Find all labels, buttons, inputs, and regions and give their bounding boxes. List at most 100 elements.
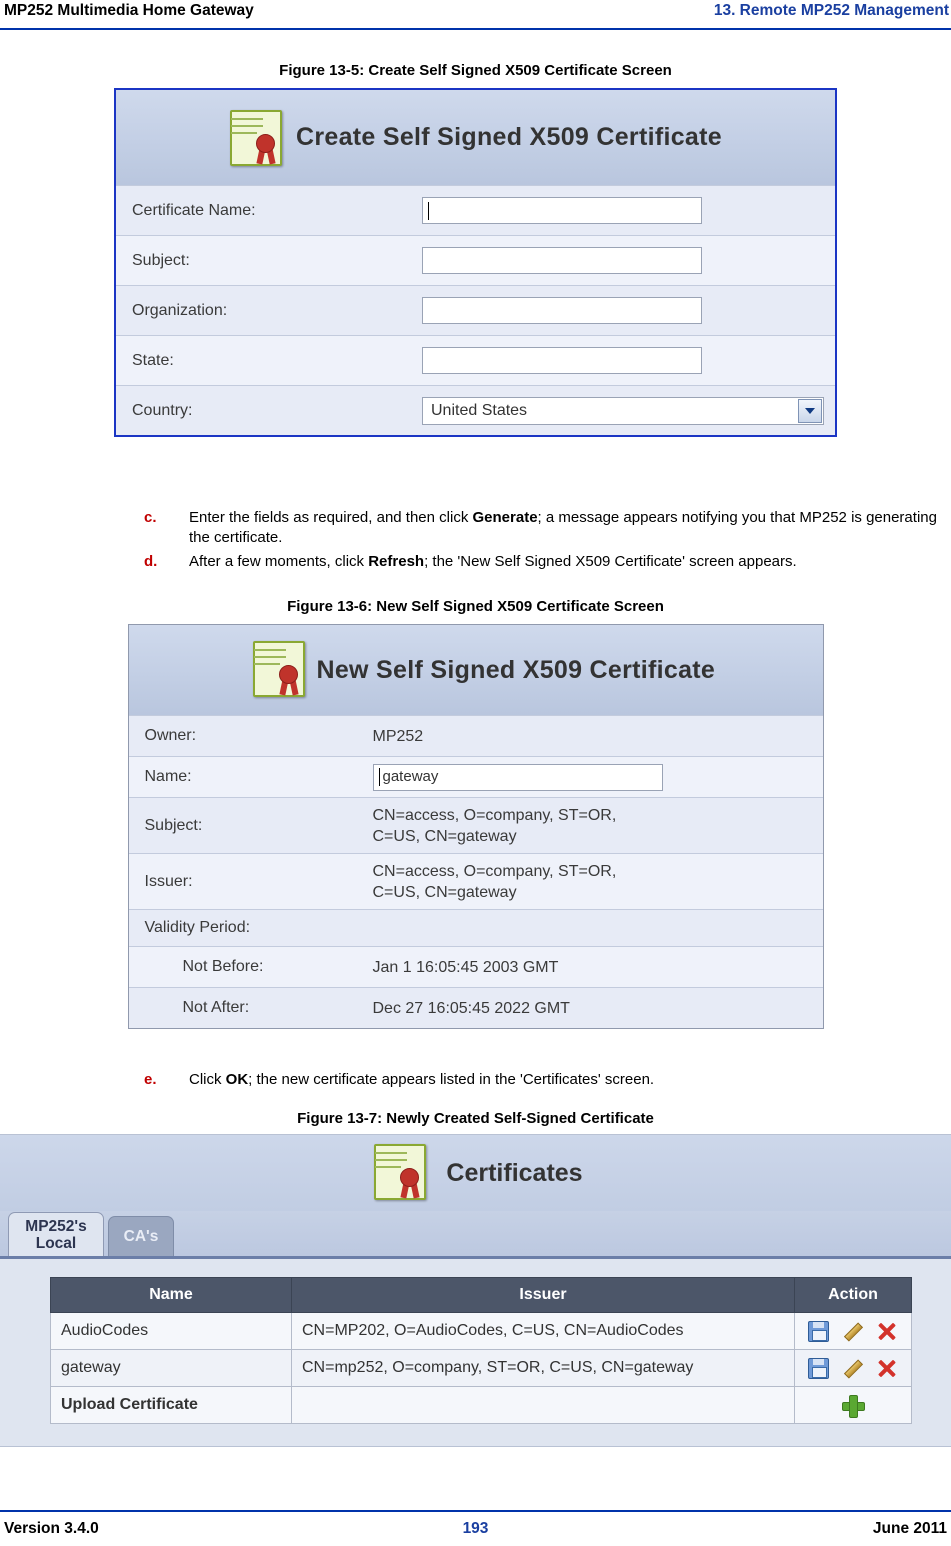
organization-input[interactable] xyxy=(422,297,702,324)
certificate-name-input[interactable]: gateway xyxy=(372,763,663,791)
not-after-row: Not After: Dec 27 16:05:45 2022 GMT xyxy=(128,987,823,1028)
edit-pencil-icon[interactable] xyxy=(842,1321,864,1342)
text-caret xyxy=(378,767,380,786)
owner-value: MP252 xyxy=(372,727,424,745)
step-e-part-3: ; the new certificate appears listed in … xyxy=(248,1071,655,1088)
tab-cas-label: CA's xyxy=(123,1228,159,1245)
not-before-row: Not Before: Jan 1 16:05:45 2003 GMT xyxy=(128,946,823,987)
step-c-part-2: Generate xyxy=(472,509,538,526)
certificate-icon xyxy=(368,1142,436,1204)
cell-issuer-audiocodes: CN=MP202, O=AudioCodes, C=US, CN=AudioCo… xyxy=(291,1312,795,1350)
new-self-signed-x509-screen: New Self Signed X509 Certificate Owner: … xyxy=(127,624,824,1029)
cell-name-audiocodes: AudioCodes xyxy=(50,1312,292,1350)
subject-value: CN=access, O=company, ST=OR, C=US, CN=ga… xyxy=(372,806,617,845)
create-cert-title-bar: Create Self Signed X509 Certificate xyxy=(116,90,835,185)
create-cert-title: Create Self Signed X509 Certificate xyxy=(296,123,722,151)
cell-actions-gateway xyxy=(794,1349,912,1387)
name-label: Name: xyxy=(144,768,192,785)
footer-date: June 2011 xyxy=(872,1520,947,1537)
subject-row: Subject: CN=access, O=company, ST=OR, C=… xyxy=(128,797,823,853)
new-cert-title-bar: New Self Signed X509 Certificate xyxy=(128,625,823,715)
cell-upload-certificate-issuer xyxy=(291,1386,795,1424)
figure-13-5-caption: Figure 13-5: Create Self Signed X509 Cer… xyxy=(279,62,672,79)
cell-upload-certificate-label: Upload Certificate xyxy=(50,1386,292,1424)
not-before-value: Jan 1 16:05:45 2003 GMT xyxy=(372,958,559,976)
step-d-text: After a few moments, click Refresh; the … xyxy=(189,552,949,572)
step-c-marker: c. xyxy=(144,509,157,526)
table-header-row: Name Issuer Action xyxy=(50,1277,912,1313)
table-row: gateway CN=mp252, O=company, ST=OR, C=US… xyxy=(50,1349,912,1387)
certificates-title-bar: Certificates xyxy=(0,1135,951,1211)
state-row: State: xyxy=(116,335,835,385)
edit-pencil-icon[interactable] xyxy=(842,1358,864,1379)
not-after-label: Not After: xyxy=(182,999,250,1016)
certificate-name-row: Certificate Name: xyxy=(116,185,835,235)
organization-row: Organization: xyxy=(116,285,835,335)
issuer-row: Issuer: CN=access, O=company, ST=OR, C=U… xyxy=(128,853,823,909)
delete-icon[interactable] xyxy=(876,1358,897,1379)
delete-icon[interactable] xyxy=(876,1321,897,1342)
running-footer: Version 3.4.0 193 June 2011 xyxy=(0,1510,951,1546)
step-e-marker: e. xyxy=(144,1071,157,1088)
create-self-signed-x509-screen: Create Self Signed X509 Certificate Cert… xyxy=(114,88,837,437)
chevron-down-icon[interactable] xyxy=(798,398,822,423)
certificate-icon xyxy=(247,639,315,701)
country-label: Country: xyxy=(132,401,193,419)
add-plus-icon[interactable] xyxy=(842,1394,865,1418)
certificates-tabs: MP252's Local CA's xyxy=(0,1211,951,1259)
column-header-name: Name xyxy=(50,1277,292,1313)
cell-name-gateway: gateway xyxy=(50,1349,292,1387)
name-row: Name: gateway xyxy=(128,756,823,797)
step-d: d. After a few moments, click Refresh; t… xyxy=(144,552,949,572)
state-input[interactable] xyxy=(422,347,702,374)
figure-13-7-caption: Figure 13-7: Newly Created Self-Signed C… xyxy=(297,1110,654,1127)
cell-issuer-gateway: CN=mp252, O=company, ST=OR, C=US, CN=gat… xyxy=(291,1349,795,1387)
certificate-name-value: gateway xyxy=(382,767,439,785)
step-c-part-1: Enter the fields as required, and then c… xyxy=(189,509,473,526)
text-caret xyxy=(428,202,429,220)
document-page: MP252 Multimedia Home Gateway 13. Remote… xyxy=(0,0,951,1546)
table-row: AudioCodes CN=MP202, O=AudioCodes, C=US,… xyxy=(50,1312,912,1350)
step-e: e. Click OK; the new certificate appears… xyxy=(144,1070,949,1090)
step-e-part-2: OK xyxy=(225,1071,249,1088)
column-header-issuer: Issuer xyxy=(291,1277,795,1313)
certificate-icon xyxy=(224,108,292,170)
new-cert-title: New Self Signed X509 Certificate xyxy=(316,655,716,684)
certificates-screen: Certificates MP252's Local CA's Name Iss… xyxy=(0,1134,951,1447)
subject-label: Subject: xyxy=(132,251,190,269)
save-icon[interactable] xyxy=(808,1357,829,1379)
step-d-part-3: ; the 'New Self Signed X509 Certificate'… xyxy=(424,553,797,570)
cell-upload-certificate-action xyxy=(794,1386,912,1424)
country-select[interactable]: United States xyxy=(422,396,824,425)
issuer-value: CN=access, O=company, ST=OR, C=US, CN=ga… xyxy=(372,862,617,901)
certificate-name-label: Certificate Name: xyxy=(132,201,256,219)
step-e-text: Click OK; the new certificate appears li… xyxy=(189,1070,949,1090)
step-d-part-1: After a few moments, click xyxy=(189,553,369,570)
owner-label: Owner: xyxy=(144,727,197,744)
not-before-label: Not Before: xyxy=(182,958,264,975)
not-after-value: Dec 27 16:05:45 2022 GMT xyxy=(372,999,570,1017)
owner-row: Owner: MP252 xyxy=(128,715,823,756)
footer-page-number: 193 xyxy=(462,1520,489,1537)
tab-cas[interactable]: CA's xyxy=(108,1216,174,1256)
step-d-part-2: Refresh xyxy=(368,553,425,570)
column-header-action: Action xyxy=(794,1277,912,1313)
step-d-marker: d. xyxy=(144,553,158,570)
save-icon[interactable] xyxy=(808,1320,829,1342)
tab-mp252s-local-label: MP252's Local xyxy=(25,1217,87,1252)
subject-input[interactable] xyxy=(422,247,702,274)
step-c-text: Enter the fields as required, and then c… xyxy=(189,508,949,548)
figure-13-6-caption: Figure 13-6: New Self Signed X509 Certif… xyxy=(287,598,664,615)
header-chapter-title: 13. Remote MP252 Management xyxy=(713,2,949,19)
subject-row: Subject: xyxy=(116,235,835,285)
running-header: MP252 Multimedia Home Gateway 13. Remote… xyxy=(0,0,951,30)
country-row: Country: United States xyxy=(116,385,835,435)
cell-actions-audiocodes xyxy=(794,1312,912,1350)
certificate-name-input[interactable] xyxy=(422,197,702,224)
country-selected-value: United States xyxy=(431,401,528,419)
certificates-title: Certificates xyxy=(446,1158,583,1187)
validity-period-label: Validity Period: xyxy=(144,919,251,936)
step-e-part-1: Click xyxy=(189,1071,226,1088)
tab-mp252s-local[interactable]: MP252's Local xyxy=(8,1212,104,1256)
header-document-title: MP252 Multimedia Home Gateway xyxy=(4,2,254,19)
